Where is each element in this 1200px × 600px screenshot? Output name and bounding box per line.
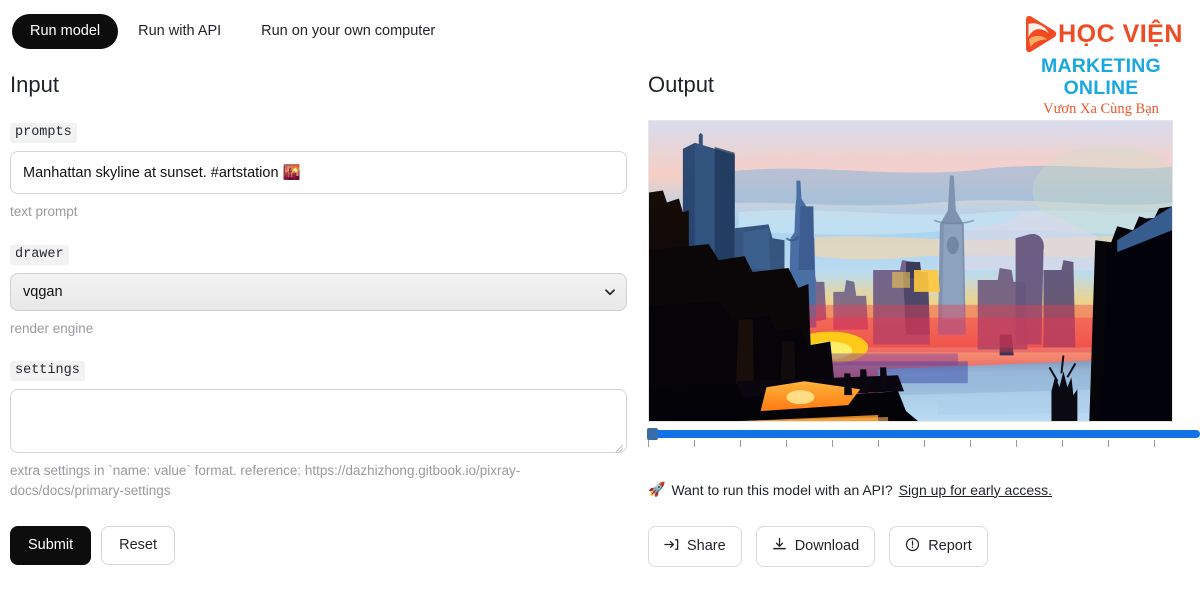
share-button[interactable]: Share [648,526,742,567]
slider-tick [1108,440,1109,447]
chevron-down-icon [604,286,616,298]
drawer-select-value: vqgan [23,283,63,300]
output-heading: Output [648,72,715,97]
output-panel: 🚀 Want to run this model with an API? Si… [647,120,1200,567]
slider-track[interactable] [647,428,1200,440]
logo-line-3: Vươn Xa Cùng Bạn [1043,100,1159,117]
input-form: prompts Manhattan skyline at sunset. #ar… [10,122,627,565]
rocket-icon: 🚀 [648,481,666,497]
slider-thumb[interactable] [647,428,658,440]
download-button[interactable]: Download [755,526,876,567]
api-signup-link[interactable]: Sign up for early access. [899,482,1052,498]
alert-circle-icon [905,537,920,556]
logo-top-row: HỌC VIỆN [1006,14,1196,54]
api-signup-notice: 🚀 Want to run this model with an API? Si… [648,481,1173,498]
slider-tick [786,440,787,447]
reset-button[interactable]: Reset [101,526,176,565]
tab-run-with-api-label: Run with API [138,23,222,39]
field-label-prompts: prompts [10,123,77,143]
slider-tick [1062,440,1063,447]
prompts-input[interactable]: Manhattan skyline at sunset. #artstation… [10,151,627,194]
slider-tick [1016,440,1017,447]
slider-tick [694,440,695,447]
tab-bar: Run model Run with API Run on your own c… [12,14,455,49]
logo-line-2: MARKETING ONLINE [1041,55,1161,100]
field-label-settings: settings [10,361,85,382]
report-button[interactable]: Report [889,526,988,567]
slider-ticks [648,440,1200,449]
download-button-label: Download [794,538,860,554]
drawer-select[interactable]: vqgan [10,272,627,311]
tab-run-on-own-computer-label: Run on your own computer [261,23,436,39]
input-heading: Input [10,72,59,97]
settings-textarea[interactable] [10,389,627,454]
play-triangle-icon [1019,15,1059,53]
field-help-drawer: render engine [10,320,94,336]
field-label-drawer: drawer [10,244,69,265]
form-actions: Submit Reset [10,526,627,565]
output-actions: Share Download Report [648,526,1173,567]
share-arrow-icon [664,537,679,556]
prompts-input-value: Manhattan skyline at sunset. #artstation… [23,165,301,181]
slider-tick [924,440,925,447]
field-settings: settings extra settings in `name: value`… [10,360,627,500]
resize-handle-icon[interactable] [614,440,624,453]
api-notice-text: Want to run this model with an API? [671,481,893,498]
slider-tick [1154,440,1155,447]
page-root: Run model Run with API Run on your own c… [0,0,1200,600]
slider-tick [878,440,879,447]
report-button-label: Report [928,538,972,554]
output-image[interactable] [648,120,1173,422]
submit-button[interactable]: Submit [10,526,92,565]
slider-tick [832,440,833,447]
slider-tick [970,440,971,447]
logo-line-1: HỌC VIỆN [1058,19,1183,48]
field-help-settings: extra settings in `name: value` format. … [10,463,521,498]
field-prompts: prompts Manhattan skyline at sunset. #ar… [10,122,627,222]
progress-slider[interactable] [647,428,1200,449]
field-drawer: drawer vqgan render engine [10,244,627,339]
tab-run-model[interactable]: Run model [12,14,119,49]
brand-logo: HỌC VIỆN MARKETING ONLINE Vươn Xa Cùng B… [1006,14,1196,117]
download-icon [772,537,787,556]
slider-tick [648,440,649,447]
tab-run-on-own-computer[interactable]: Run on your own computer [241,14,455,49]
slider-tick [740,440,741,447]
share-button-label: Share [687,538,726,554]
tab-run-model-label: Run model [30,23,101,39]
field-help-prompts: text prompt [10,204,78,219]
tab-run-with-api[interactable]: Run with API [118,14,241,49]
